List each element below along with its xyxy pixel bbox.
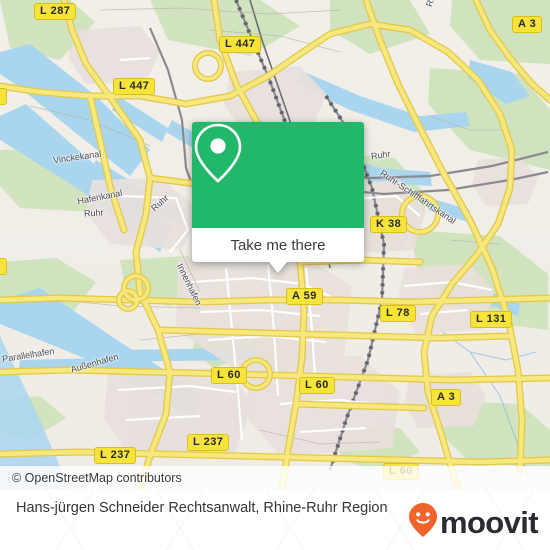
map-label: Ruhr	[83, 207, 104, 219]
road-shield: A 3	[431, 389, 462, 406]
map-attribution-bar: © OpenStreetMap contributors	[0, 466, 550, 490]
road-shield: A 59	[286, 288, 323, 305]
road-shield: L 447	[219, 36, 262, 53]
moovit-wordmark: moovit	[439, 505, 539, 540]
take-me-there-button[interactable]: Take me there	[192, 228, 364, 262]
take-me-there-label: Take me there	[230, 236, 326, 254]
popup-header	[192, 122, 364, 228]
popup-pointer-tail	[269, 262, 287, 273]
road-shield: L 131	[470, 311, 513, 328]
footer-bar: Hans-jürgen Schneider Rechtsanwalt, Rhin…	[0, 490, 550, 550]
page-title: Hans-jürgen Schneider Rechtsanwalt, Rhin…	[16, 500, 388, 516]
osm-attribution-text[interactable]: © OpenStreetMap contributors	[12, 471, 182, 485]
road-shield: L 237	[187, 434, 230, 451]
map-page: L 287 L 447 L 447 A 3 K 38 A 59 L 78 L 1…	[0, 0, 550, 550]
location-popup[interactable]: Take me there	[192, 122, 364, 273]
road-shield: 0	[0, 88, 7, 105]
road-shield: L 287	[34, 3, 77, 20]
map-canvas[interactable]: L 287 L 447 L 447 A 3 K 38 A 59 L 78 L 1…	[0, 0, 550, 490]
moovit-smiley-pin-icon	[408, 502, 438, 543]
road-shield: A 3	[512, 16, 543, 33]
road-shield: L 78	[380, 305, 416, 322]
moovit-brand[interactable]: moovit	[408, 502, 539, 543]
road-shield: L 60	[211, 367, 247, 384]
road-shield: L 60	[299, 377, 335, 394]
road-shield: L 237	[94, 447, 137, 464]
road-shield: L 447	[113, 78, 156, 95]
road-shield: 0	[0, 258, 7, 275]
road-shield: K 38	[370, 216, 408, 233]
